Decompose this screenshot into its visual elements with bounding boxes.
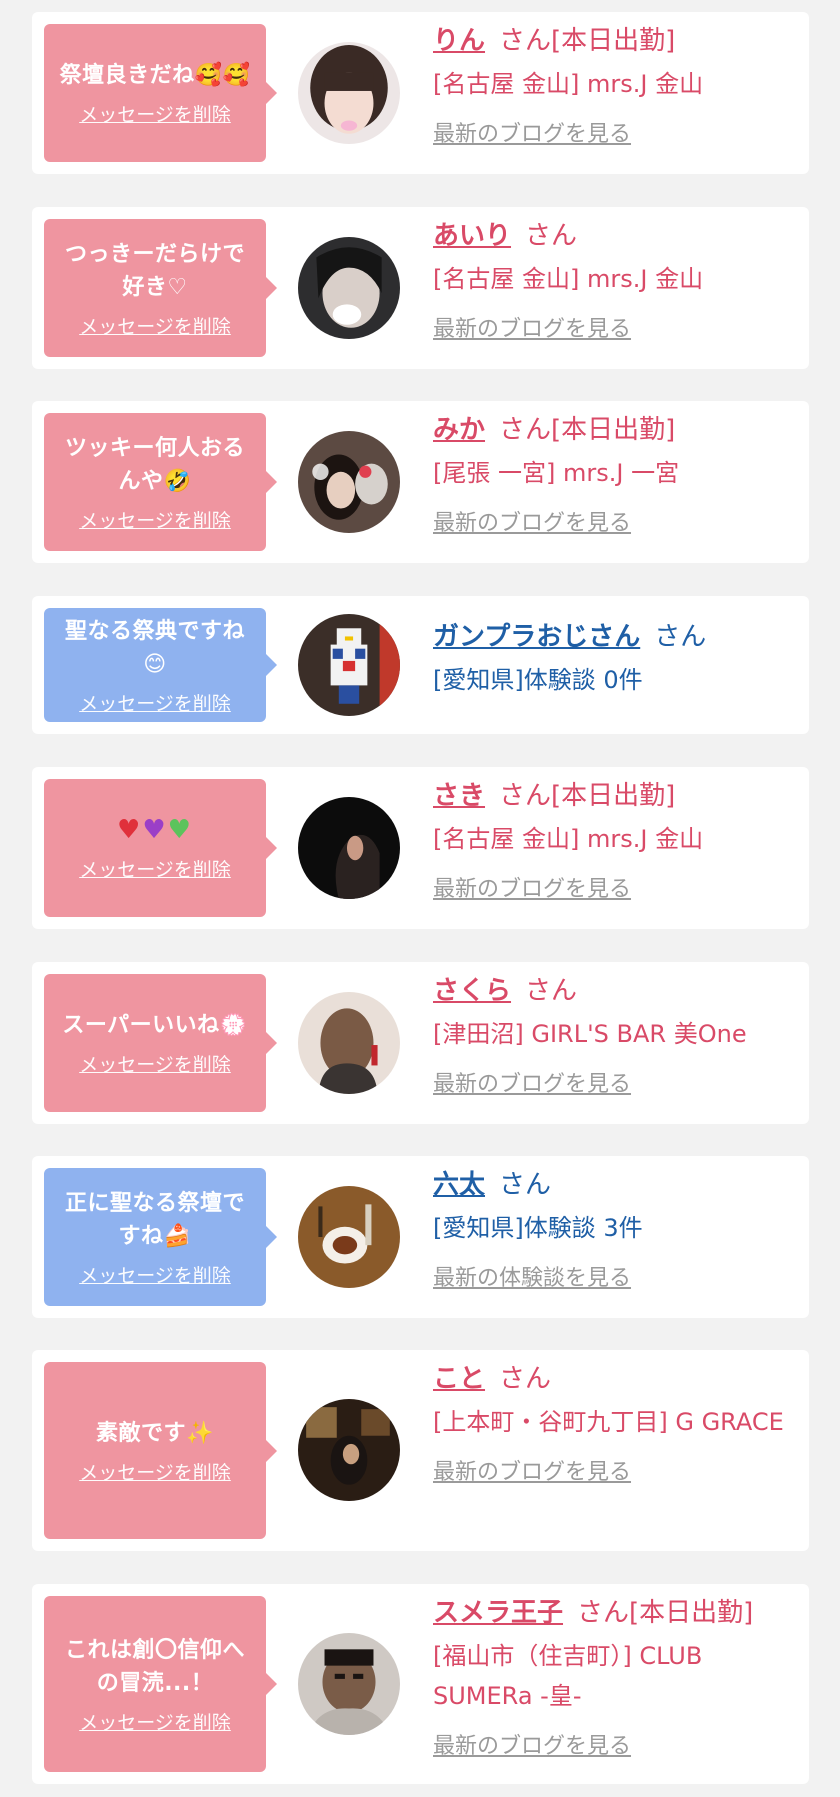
- latest-blog-link[interactable]: 最新のブログを見る: [433, 118, 793, 152]
- delete-message-button[interactable]: メッセージを削除: [79, 855, 231, 882]
- avatar[interactable]: [298, 797, 400, 899]
- cast-info: さき さん[本日出勤] [名古屋 金山] mrs.J 金山 最新のブログを見る: [433, 777, 793, 907]
- avatar[interactable]: [298, 614, 400, 716]
- message-bubble: 聖なる祭典ですね😊 メッセージを削除: [44, 608, 277, 722]
- honorific: さん: [525, 221, 578, 251]
- cast-info: こと さん [上本町・谷町九丁目] G GRACE 最新のブログを見る: [433, 1360, 793, 1490]
- message-text: 祭壇良きだね🥰🥰: [59, 63, 251, 88]
- work-status: [本日出勤]: [629, 1598, 754, 1628]
- delete-message-button[interactable]: メッセージを削除: [79, 312, 231, 339]
- cast-info: スメラ王子 さん[本日出勤] [福山市（住吉町）] CLUB SUMERa -皇-…: [433, 1594, 793, 1764]
- message-card: つっきーだらけで好き♡ メッセージを削除 あいり さん [名古屋 金山] mrs.…: [32, 207, 809, 369]
- honorific: さん: [525, 976, 578, 1006]
- delete-message-button[interactable]: メッセージを削除: [79, 1708, 231, 1735]
- latest-review-link[interactable]: 最新の体験談を見る: [433, 1262, 793, 1296]
- cast-info: りん さん[本日出勤] [名古屋 金山] mrs.J 金山 最新のブログを見る: [433, 22, 793, 152]
- delete-message-button[interactable]: メッセージを削除: [79, 100, 231, 127]
- delete-message-button[interactable]: メッセージを削除: [79, 506, 231, 533]
- message-card: スーパーいいね💮 メッセージを削除 さくら さん [津田沼] GIRL'S BAR…: [32, 962, 809, 1124]
- message-text: 正に聖なる祭壇ですね🍰: [64, 1190, 245, 1249]
- avatar[interactable]: [298, 1186, 400, 1288]
- cast-info: さくら さん [津田沼] GIRL'S BAR 美One 最新のブログを見る: [433, 972, 793, 1102]
- green-heart-icon: ♥: [167, 815, 193, 845]
- shop-name: [名古屋 金山] mrs.J 金山: [433, 265, 704, 293]
- cast-name-link[interactable]: さき: [433, 781, 485, 811]
- honorific: さん: [499, 26, 552, 56]
- avatar[interactable]: [298, 237, 400, 339]
- user-info: ガンプラおじさん さん [愛知県]体験談 0件: [433, 618, 793, 700]
- honorific: さん: [654, 622, 707, 652]
- cast-name-link[interactable]: みか: [433, 415, 485, 445]
- honorific: さん: [499, 781, 552, 811]
- latest-blog-link[interactable]: 最新のブログを見る: [433, 1068, 793, 1102]
- latest-blog-link[interactable]: 最新のブログを見る: [433, 507, 793, 541]
- user-name-link[interactable]: 六太: [433, 1170, 485, 1200]
- honorific: さん: [499, 1170, 552, 1200]
- message-bubble: 祭壇良きだね🥰🥰 メッセージを削除: [44, 24, 277, 162]
- message-text: ツッキー何人おるんや🤣: [64, 435, 245, 494]
- shop-name: [尾張 一宮] mrs.J 一宮: [433, 459, 680, 487]
- message-text: スーパーいいね💮: [62, 1013, 248, 1038]
- message-text: 素敵です✨: [96, 1420, 214, 1446]
- message-card: 素敵です✨ メッセージを削除 こと さん [上本町・谷町九丁目] G GRACE …: [32, 1350, 809, 1551]
- message-card: 聖なる祭典ですね😊 メッセージを削除 ガンプラおじさん さん [愛知県]体験談 0…: [32, 596, 809, 734]
- avatar[interactable]: [298, 1399, 400, 1501]
- delete-message-button[interactable]: メッセージを削除: [79, 689, 231, 716]
- avatar[interactable]: [298, 992, 400, 1094]
- message-card: 祭壇良きだね🥰🥰 メッセージを削除 りん さん[本日出勤] [名古屋 金山] mr…: [32, 12, 809, 174]
- work-status: [本日出勤]: [551, 781, 676, 811]
- honorific: さん: [499, 1364, 552, 1394]
- message-bubble: ♥♥♥ メッセージを削除: [44, 779, 277, 917]
- honorific: さん: [499, 415, 552, 445]
- purple-heart-icon: ♥: [142, 815, 168, 845]
- latest-blog-link[interactable]: 最新のブログを見る: [433, 873, 793, 907]
- review-count: [愛知県]体験談 0件: [433, 666, 643, 694]
- work-status: [本日出勤]: [551, 26, 676, 56]
- delete-message-button[interactable]: メッセージを削除: [79, 1050, 231, 1077]
- cast-name-link[interactable]: あいり: [433, 221, 511, 251]
- honorific: さん: [577, 1598, 630, 1628]
- shop-name: [名古屋 金山] mrs.J 金山: [433, 70, 704, 98]
- shop-name: [津田沼] GIRL'S BAR 美One: [433, 1020, 747, 1048]
- message-bubble: 正に聖なる祭壇ですね🍰 メッセージを削除: [44, 1168, 277, 1306]
- message-bubble: ツッキー何人おるんや🤣 メッセージを削除: [44, 413, 277, 551]
- red-heart-icon: ♥: [117, 815, 143, 845]
- review-count: [愛知県]体験談 3件: [433, 1214, 643, 1242]
- cast-name-link[interactable]: りん: [433, 26, 485, 56]
- latest-blog-link[interactable]: 最新のブログを見る: [433, 1730, 793, 1764]
- hearts-message: ♥♥♥: [117, 814, 193, 847]
- work-status: [本日出勤]: [551, 415, 676, 445]
- user-name-link[interactable]: ガンプラおじさん: [433, 622, 640, 652]
- avatar[interactable]: [298, 1633, 400, 1735]
- message-card: ♥♥♥ メッセージを削除 さき さん[本日出勤] [名古屋 金山] mrs.J 金…: [32, 767, 809, 929]
- message-card: ツッキー何人おるんや🤣 メッセージを削除 みか さん[本日出勤] [尾張 一宮] …: [32, 401, 809, 563]
- message-bubble: スーパーいいね💮 メッセージを削除: [44, 974, 277, 1112]
- shop-name: [名古屋 金山] mrs.J 金山: [433, 825, 704, 853]
- message-text: これは創〇信仰への冒涜...！: [64, 1637, 245, 1696]
- shop-name: [福山市（住吉町）] CLUB SUMERa -皇-: [433, 1642, 703, 1710]
- delete-message-button[interactable]: メッセージを削除: [79, 1458, 231, 1485]
- message-bubble: つっきーだらけで好き♡ メッセージを削除: [44, 219, 277, 357]
- avatar[interactable]: [298, 42, 400, 144]
- avatar[interactable]: [298, 431, 400, 533]
- message-text: つっきーだらけで好き♡: [64, 241, 245, 300]
- delete-message-button[interactable]: メッセージを削除: [79, 1261, 231, 1288]
- latest-blog-link[interactable]: 最新のブログを見る: [433, 1456, 793, 1490]
- message-text: 聖なる祭典ですね😊: [64, 618, 245, 677]
- cast-info: あいり さん [名古屋 金山] mrs.J 金山 最新のブログを見る: [433, 217, 793, 347]
- cast-name-link[interactable]: スメラ王子: [433, 1598, 563, 1628]
- cast-name-link[interactable]: さくら: [433, 976, 511, 1006]
- message-bubble: これは創〇信仰への冒涜...！ メッセージを削除: [44, 1596, 277, 1772]
- message-card: 正に聖なる祭壇ですね🍰 メッセージを削除 六太 さん [愛知県]体験談 3件 最新…: [32, 1156, 809, 1318]
- user-info: 六太 さん [愛知県]体験談 3件 最新の体験談を見る: [433, 1166, 793, 1296]
- message-bubble: 素敵です✨ メッセージを削除: [44, 1362, 277, 1539]
- cast-info: みか さん[本日出勤] [尾張 一宮] mrs.J 一宮 最新のブログを見る: [433, 411, 793, 541]
- latest-blog-link[interactable]: 最新のブログを見る: [433, 313, 793, 347]
- cast-name-link[interactable]: こと: [433, 1364, 485, 1394]
- shop-name: [上本町・谷町九丁目] G GRACE: [433, 1408, 784, 1436]
- message-card: これは創〇信仰への冒涜...！ メッセージを削除 スメラ王子 さん[本日出勤] […: [32, 1584, 809, 1784]
